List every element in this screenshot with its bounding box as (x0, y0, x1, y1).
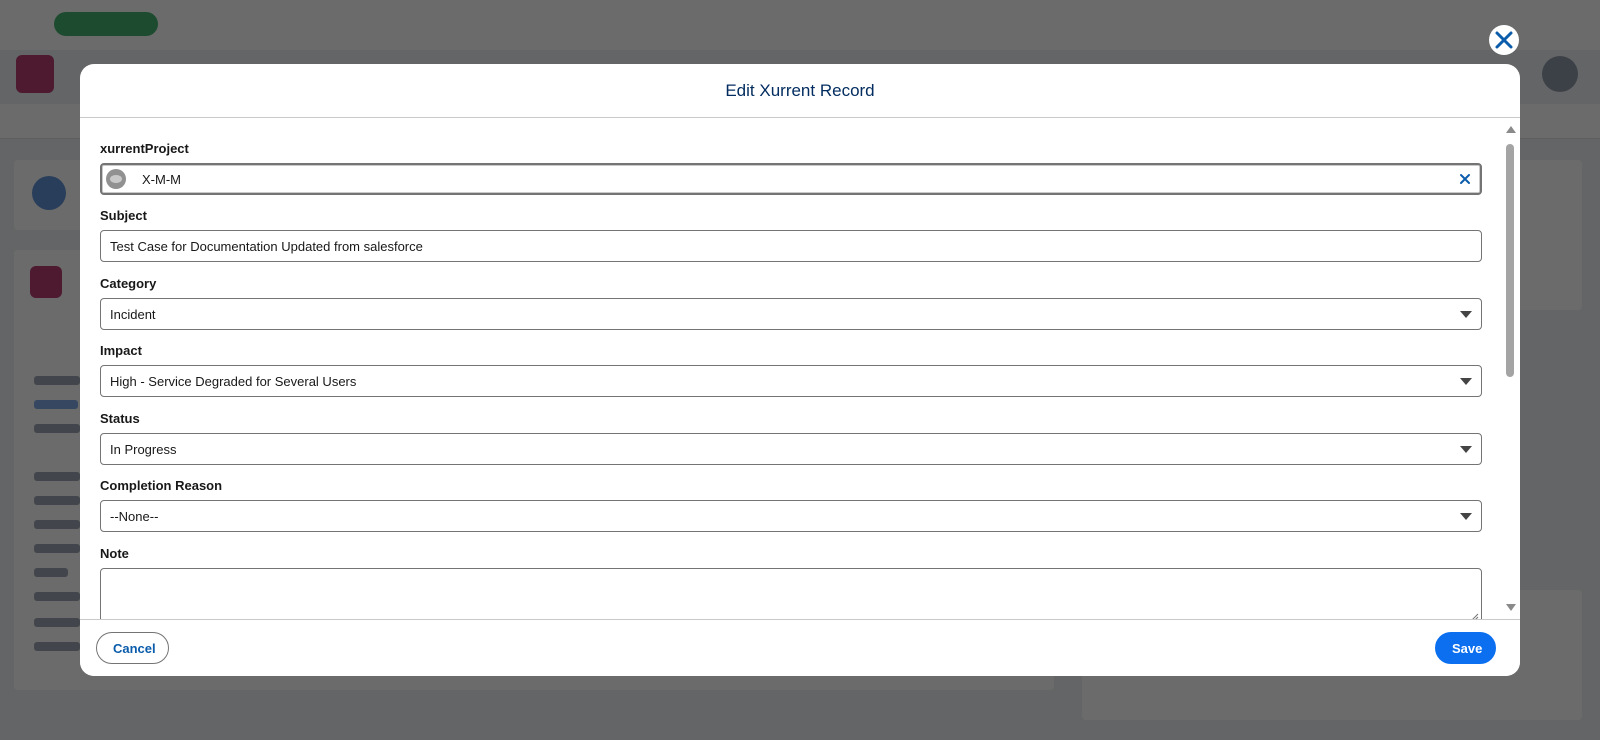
note-label: Note (100, 546, 129, 561)
record-glyph (110, 175, 122, 183)
xurrent-project-value: X-M-M (142, 171, 181, 187)
note-textarea[interactable] (100, 568, 1482, 620)
modal-header: Edit Xurrent Record (80, 64, 1520, 118)
xurrent-project-label: xurrentProject (100, 141, 189, 156)
scroll-up-arrow-icon[interactable] (1506, 126, 1516, 133)
save-button[interactable]: Save (1435, 632, 1496, 664)
impact-label: Impact (100, 343, 142, 358)
close-modal-button[interactable] (1489, 25, 1519, 55)
completion-reason-select[interactable]: --None-- (100, 500, 1482, 532)
category-label: Category (100, 276, 157, 291)
modal-title: Edit Xurrent Record (725, 80, 875, 100)
status-label: Status (100, 411, 140, 426)
modal-scrollbar[interactable] (1504, 122, 1516, 616)
status-select[interactable]: In Progress (100, 433, 1482, 465)
status-value: In Progress (110, 441, 177, 457)
note-field: Note (100, 545, 1482, 620)
category-select[interactable]: Incident (100, 298, 1482, 330)
completion-reason-field: Completion Reason --None-- (100, 477, 1482, 532)
cancel-button[interactable]: Cancel (96, 632, 169, 664)
subject-value: Test Case for Documentation Updated from… (110, 238, 423, 254)
chevron-down-icon (1460, 378, 1472, 385)
edit-record-modal: Edit Xurrent Record xurrentProject X-M-M (80, 64, 1520, 676)
record-icon (106, 169, 126, 189)
subject-label: Subject (100, 208, 147, 223)
impact-value: High - Service Degraded for Several User… (110, 373, 357, 389)
chevron-down-icon (1460, 446, 1472, 453)
impact-select[interactable]: High - Service Degraded for Several User… (100, 365, 1482, 397)
clear-selection-button[interactable] (1458, 172, 1472, 186)
close-icon (1495, 31, 1513, 49)
xurrent-project-field: xurrentProject X-M-M (100, 140, 1482, 195)
scroll-down-arrow-icon[interactable] (1506, 604, 1516, 611)
status-field: Status In Progress (100, 410, 1482, 465)
impact-field: Impact High - Service Degraded for Sever… (100, 342, 1482, 397)
completion-reason-label: Completion Reason (100, 478, 223, 493)
chevron-down-icon (1460, 513, 1472, 520)
scrollbar-thumb[interactable] (1506, 144, 1514, 377)
clear-icon (1460, 174, 1470, 184)
subject-field: Subject Test Case for Documentation Upda… (100, 207, 1482, 262)
completion-reason-value: --None-- (110, 508, 159, 524)
xurrent-project-lookup[interactable]: X-M-M (100, 163, 1482, 195)
chevron-down-icon (1460, 311, 1472, 318)
modal-body: xurrentProject X-M-M Subject Test Case f… (80, 118, 1520, 620)
category-field: Category Incident (100, 275, 1482, 330)
modal-footer: Cancel Save (80, 619, 1520, 676)
subject-input[interactable]: Test Case for Documentation Updated from… (100, 230, 1482, 262)
category-value: Incident (110, 306, 156, 322)
